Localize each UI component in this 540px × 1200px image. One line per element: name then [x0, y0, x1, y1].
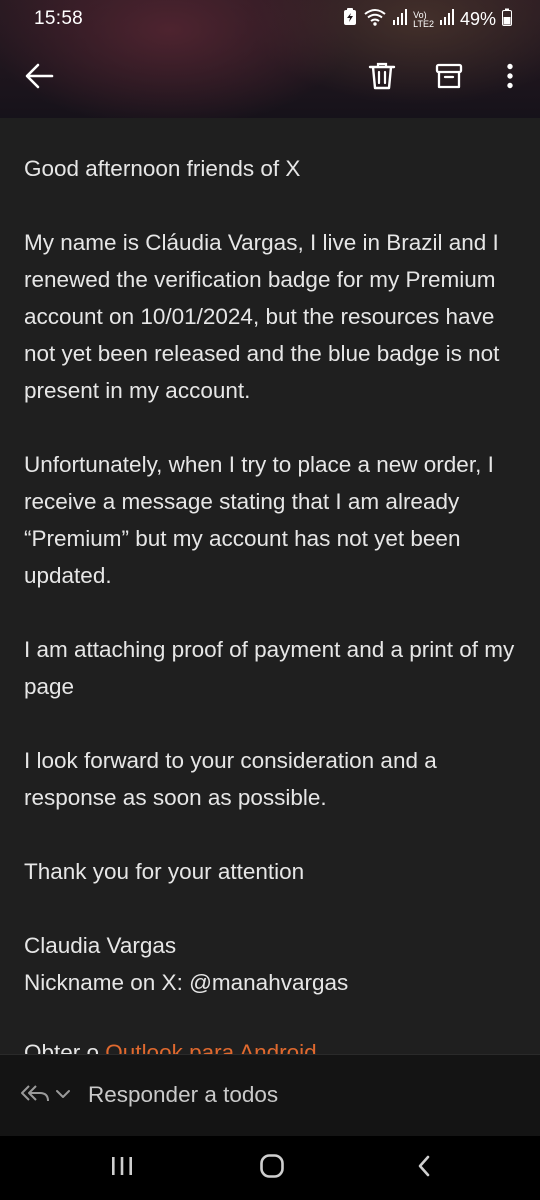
- status-bar: 15:58 Vo) LTE2 49%: [0, 0, 540, 40]
- footer-prefix: Obter o: [24, 1040, 106, 1054]
- email-paragraph: Thank you for your attention: [24, 859, 305, 884]
- back-button[interactable]: [15, 54, 63, 102]
- cell-signal-icon: [439, 9, 454, 30]
- archive-button[interactable]: [425, 54, 473, 102]
- email-paragraph: I am attaching proof of payment and a pr…: [24, 637, 515, 699]
- battery-saver-icon: [343, 8, 357, 31]
- wifi-icon: [363, 8, 387, 31]
- chevron-down-icon: [54, 1087, 72, 1105]
- back-nav-icon: [416, 1154, 432, 1183]
- recent-apps-icon: [110, 1155, 134, 1182]
- status-icons: Vo) LTE2 49%: [343, 8, 512, 31]
- outlook-link[interactable]: Outlook para Android: [105, 1040, 316, 1054]
- email-footer: Obter o Outlook para Android: [24, 1040, 317, 1054]
- volte-icon: Vo) LTE2: [413, 9, 434, 29]
- more-options-button[interactable]: [486, 54, 534, 102]
- battery-icon: [502, 8, 512, 31]
- network-label: LTE2: [413, 18, 434, 29]
- reply-options[interactable]: [20, 1081, 72, 1110]
- back-nav-button[interactable]: [400, 1150, 448, 1186]
- email-body: Good afternoon friends of X My name is C…: [24, 150, 524, 1001]
- back-arrow-icon: [24, 63, 54, 94]
- more-vert-icon: [506, 63, 514, 94]
- reply-bar[interactable]: Responder a todos: [0, 1054, 540, 1137]
- email-signature: Claudia Vargas Nickname on X: @manahvarg…: [24, 927, 524, 1001]
- signature-name: Claudia Vargas: [24, 933, 177, 958]
- battery-percent: 49%: [459, 9, 496, 29]
- email-paragraph: I look forward to your consideration and…: [24, 748, 437, 810]
- navigation-bar: [0, 1136, 540, 1200]
- email-paragraph: My name is Cláudia Vargas, I live in Bra…: [24, 230, 500, 403]
- email-toolbar: [0, 44, 540, 116]
- email-content[interactable]: Good afternoon friends of X My name is C…: [0, 118, 540, 1054]
- status-time: 15:58: [34, 8, 84, 29]
- trash-icon: [368, 61, 396, 96]
- archive-icon: [435, 62, 463, 95]
- home-icon: [259, 1153, 285, 1184]
- delete-button[interactable]: [358, 54, 406, 102]
- signature-nickname: Nickname on X: @manahvargas: [24, 970, 349, 995]
- reply-all-icon: [20, 1081, 50, 1110]
- email-paragraph: Unfortunately, when I try to place a new…: [24, 452, 494, 588]
- home-button[interactable]: [248, 1150, 296, 1186]
- reply-all-label[interactable]: Responder a todos: [88, 1082, 278, 1108]
- recent-apps-button[interactable]: [98, 1150, 146, 1186]
- email-paragraph: Good afternoon friends of X: [24, 156, 301, 181]
- cell-signal-icon: [393, 9, 408, 30]
